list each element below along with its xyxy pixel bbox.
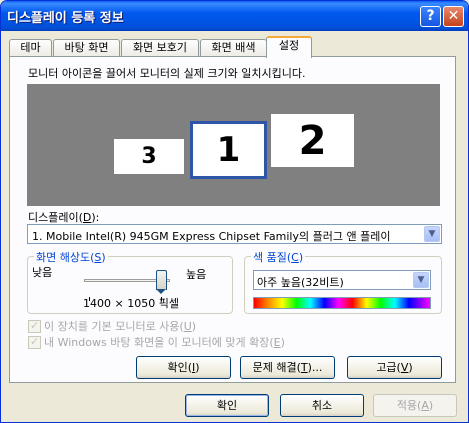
- monitor-arrangement-area[interactable]: 3 1 2: [27, 84, 440, 206]
- resolution-group: 화면 해상도(S) 낮음 높음 1400 × 1050 픽셀: [27, 249, 233, 314]
- display-properties-window: 디스플레이 등록 정보 ? ✕ 테마 바탕 화면 화면 보호기 화면 배색 설정…: [0, 0, 469, 423]
- resolution-group-label: 화면 해상도(S): [34, 249, 108, 265]
- close-button[interactable]: ✕: [443, 6, 464, 27]
- chevron-down-icon[interactable]: ▼: [413, 272, 429, 288]
- display-dropdown[interactable]: 1. Mobile Intel(R) 945GM Express Chipset…: [27, 224, 442, 244]
- primary-monitor-checkbox[interactable]: 이 장치를 기본 모니터로 사용(U): [28, 318, 196, 334]
- resolution-low-label: 낮음: [32, 266, 53, 279]
- window-title: 디스플레이 등록 정보: [7, 11, 124, 26]
- help-button[interactable]: ?: [420, 6, 441, 27]
- instruction-text: 모니터 아이콘을 끌어서 모니터의 실제 크기와 일치시킵니다.: [28, 67, 306, 80]
- color-quality-group-label: 색 품질(C): [251, 249, 306, 265]
- extend-desktop-checkbox[interactable]: 내 Windows 바탕 화면을 이 모니터에 맞게 확장(E): [28, 334, 285, 350]
- resolution-value: 1400 × 1050 픽셀: [83, 297, 179, 310]
- checkbox-icon: [28, 319, 41, 333]
- color-quality-group: 색 품질(C) 아주 높음(32비트) ▼: [244, 249, 442, 314]
- color-quality-dropdown[interactable]: 아주 높음(32비트) ▼: [253, 270, 431, 290]
- title-bar[interactable]: 디스플레이 등록 정보 ? ✕: [1, 1, 468, 31]
- settings-panel: 모니터 아이콘을 끌어서 모니터의 실제 크기와 일치시킵니다. 3 1 2 디…: [9, 56, 456, 383]
- advanced-button[interactable]: 고급(V): [347, 356, 442, 379]
- apply-button[interactable]: 적용(A): [373, 394, 457, 417]
- chevron-down-icon[interactable]: ▼: [424, 226, 440, 242]
- cancel-button[interactable]: 취소: [280, 394, 364, 417]
- resolution-high-label: 높음: [186, 268, 207, 281]
- resolution-slider-thumb[interactable]: [156, 270, 167, 294]
- tab-strip: 테마 바탕 화면 화면 보호기 화면 배색 설정: [9, 36, 449, 58]
- monitor-1-icon[interactable]: 1: [190, 121, 267, 179]
- monitor-3-icon[interactable]: 3: [114, 139, 184, 174]
- ok-button[interactable]: 확인: [185, 394, 269, 417]
- tab-desktop[interactable]: 바탕 화면: [53, 39, 120, 57]
- color-spectrum-bar: [253, 297, 431, 309]
- checkbox-icon: [28, 335, 41, 349]
- display-label: 디스플레이(D):: [28, 211, 100, 224]
- display-dropdown-value: 1. Mobile Intel(R) 945GM Express Chipset…: [32, 230, 391, 243]
- color-quality-value: 아주 높음(32비트): [257, 276, 344, 289]
- tab-screensaver[interactable]: 화면 보호기: [121, 39, 199, 57]
- tab-settings[interactable]: 설정: [266, 36, 312, 58]
- monitor-2-icon[interactable]: 2: [271, 114, 354, 167]
- tab-appearance[interactable]: 화면 배색: [200, 39, 267, 57]
- tab-themes[interactable]: 테마: [9, 39, 52, 57]
- identify-button[interactable]: 확인(I): [136, 356, 231, 379]
- troubleshoot-button[interactable]: 문제 해결(T)...: [240, 356, 335, 379]
